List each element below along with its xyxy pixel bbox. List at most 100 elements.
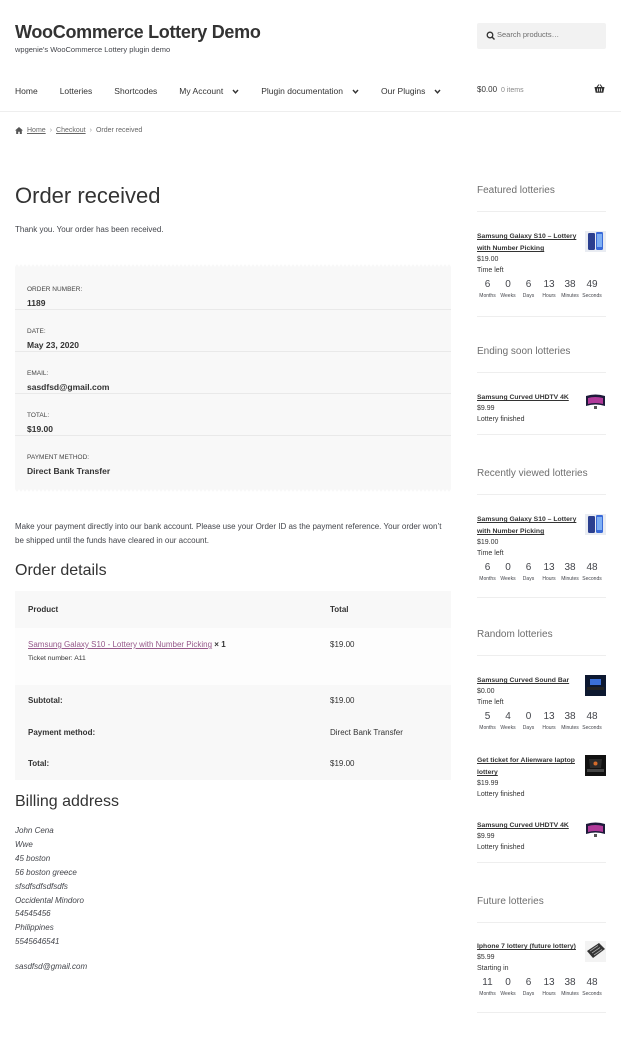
billing-city: sfsdfsdfsdfsdfs — [15, 881, 68, 891]
search-input[interactable]: Search products… — [497, 30, 559, 39]
billing-postcode: 54545456 — [15, 909, 51, 919]
lottery-link[interactable]: Samsung Curved UHDTV 4K — [477, 392, 581, 404]
countdown-hours: 13 Hours — [539, 278, 559, 299]
lottery-item: Iphone 7 lottery (future lottery) $5.99 … — [477, 941, 606, 997]
lottery-link[interactable]: Get ticket for Alienware laptop lottery — [477, 755, 581, 779]
order-email-row: EMAIL: sasdfsd@gmail.com — [15, 352, 451, 394]
keyboard-thumbnail[interactable] — [585, 941, 606, 962]
countdown-timer: 11 Months 0 Weeks 6 Days 13 Hours 38 Minutes 48 Sec… — [477, 976, 606, 997]
search-field[interactable]: Search products… — [477, 23, 606, 49]
cart-basket-icon[interactable] — [594, 84, 605, 94]
tv-thumbnail[interactable] — [585, 821, 606, 839]
countdown-days-unit: Days — [522, 991, 535, 997]
countdown-months-value: 6 — [484, 279, 491, 290]
tv-thumbnail[interactable] — [585, 393, 606, 411]
nav-my-account-label: My Account — [179, 86, 224, 96]
countdown-minutes-unit: Minutes — [561, 725, 579, 731]
table-header: Product Total — [15, 591, 451, 628]
product-total: $19.00 — [330, 640, 355, 649]
countdown-hours: 13 Hours — [539, 561, 559, 582]
countdown-seconds: 48 Seconds — [581, 976, 603, 997]
nav-shortcodes[interactable]: Shortcodes — [114, 84, 157, 98]
laptop-thumbnail[interactable] — [585, 755, 606, 776]
table-row: Samsung Galaxy S10 - Lottery with Number… — [15, 628, 451, 685]
countdown-timer: 6 Months 0 Weeks 6 Days 13 Hours 38 Minutes 48 Seco… — [477, 561, 606, 582]
countdown-hours: 13 Hours — [539, 976, 559, 997]
product-link[interactable]: Samsung Galaxy S10 - Lottery with Number… — [28, 640, 212, 649]
order-date-value: May 23, 2020 — [27, 340, 79, 350]
countdown-seconds-value: 49 — [586, 279, 598, 290]
soundbar-thumbnail[interactable] — [585, 675, 606, 696]
countdown-days: 6 Days — [518, 561, 539, 582]
countdown-weeks-value: 4 — [505, 711, 511, 722]
countdown-hours-unit: Hours — [542, 991, 556, 997]
bank-transfer-instructions: Make your payment directly into our bank… — [15, 522, 442, 545]
nav-home-label: Home — [15, 86, 38, 96]
ending-soon-lotteries-title: Ending soon lotteries — [477, 346, 571, 357]
countdown-weeks-unit: Weeks — [500, 293, 516, 299]
header-cart[interactable]: $0.00 0 items — [477, 85, 524, 94]
breadcrumb-home[interactable]: Home — [27, 127, 46, 134]
lottery-status: Time left — [477, 550, 504, 557]
chevron-down-icon — [352, 89, 359, 94]
lottery-item: Get ticket for Alienware laptop lottery … — [477, 755, 606, 798]
nav-shortcodes-label: Shortcodes — [114, 86, 158, 96]
lottery-link[interactable]: Samsung Curved UHDTV 4K — [477, 820, 581, 832]
countdown-seconds-unit: Seconds — [582, 725, 602, 731]
page-title: Order received — [15, 183, 161, 208]
order-payment-label: PAYMENT METHOD: — [27, 454, 90, 461]
phone-thumbnail[interactable] — [585, 514, 606, 535]
widget-divider — [477, 372, 606, 373]
countdown-weeks-unit: Weeks — [500, 991, 516, 997]
payment-method-value: Direct Bank Transfer — [330, 727, 403, 737]
lottery-item: Samsung Galaxy S10 – Lottery with Number… — [477, 231, 606, 299]
countdown-minutes: 38 Minutes — [559, 278, 581, 299]
order-details-table: Product Total Samsung Galaxy S10 - Lotte… — [15, 591, 451, 780]
zigzag-bottom-edge — [15, 489, 451, 493]
billing-email: sasdfsd@gmail.com — [15, 962, 88, 971]
lottery-link[interactable]: Samsung Curved Sound Bar — [477, 675, 581, 687]
billing-address-line-1: 45 boston — [15, 853, 51, 863]
future-lotteries-title: Future lotteries — [477, 896, 544, 907]
lottery-link[interactable]: Samsung Galaxy S10 – Lottery with Number… — [477, 231, 581, 255]
countdown-seconds: 48 Seconds — [581, 561, 603, 582]
nav-lotteries[interactable]: Lotteries — [60, 84, 93, 98]
breadcrumb: Home › Checkout › Order received — [15, 127, 142, 134]
random-lotteries-title: Random lotteries — [477, 629, 553, 640]
nav-my-account[interactable]: My Account — [179, 84, 239, 98]
phone-thumbnail[interactable] — [585, 231, 606, 252]
site-title[interactable]: WooCommerce Lottery Demo — [15, 22, 261, 43]
countdown-seconds: 49 Seconds — [581, 278, 603, 299]
widget-divider — [477, 922, 606, 923]
countdown-hours-unit: Hours — [542, 725, 556, 731]
countdown-seconds-unit: Seconds — [582, 991, 602, 997]
order-number-label: ORDER NUMBER: — [27, 286, 83, 293]
zigzag-top-edge — [15, 263, 451, 267]
lottery-link[interactable]: Samsung Galaxy S10 – Lottery with Number… — [477, 514, 581, 538]
order-total-row: TOTAL: $19.00 — [15, 394, 451, 436]
countdown-days-value: 0 — [525, 711, 532, 722]
total-value: $19.00 — [330, 759, 355, 768]
order-total-label: TOTAL: — [27, 412, 50, 419]
nav-home[interactable]: Home — [15, 84, 38, 98]
lottery-link[interactable]: Iphone 7 lottery (future lottery) — [477, 941, 581, 953]
subtotal-row: Subtotal: $19.00 — [15, 685, 451, 717]
breadcrumb-checkout[interactable]: Checkout — [56, 127, 86, 134]
order-email-value: sasdfsd@gmail.com — [27, 382, 110, 392]
ticket-number: Ticket number: A11 — [28, 655, 86, 662]
billing-name: John Cena — [15, 826, 54, 835]
column-header-product: Product — [28, 605, 59, 614]
lottery-price: $19.00 — [477, 539, 499, 546]
countdown-minutes-value: 38 — [564, 562, 576, 573]
countdown-hours-unit: Hours — [542, 576, 556, 582]
nav-plugin-documentation[interactable]: Plugin documentation — [261, 84, 359, 98]
order-payment-value: Direct Bank Transfer — [27, 466, 111, 476]
lottery-item: Samsung Curved UHDTV 4K $9.99 Lottery fi… — [477, 392, 606, 423]
breadcrumb-current: Order received — [95, 127, 143, 134]
cart-amount: $0.00 — [477, 85, 498, 94]
countdown-months-unit: Months — [479, 725, 496, 731]
nav-our-plugins[interactable]: Our Plugins — [381, 84, 441, 98]
widget-divider — [477, 1012, 606, 1013]
countdown-days-value: 6 — [525, 279, 532, 290]
billing-address-heading: Billing address — [15, 793, 120, 810]
